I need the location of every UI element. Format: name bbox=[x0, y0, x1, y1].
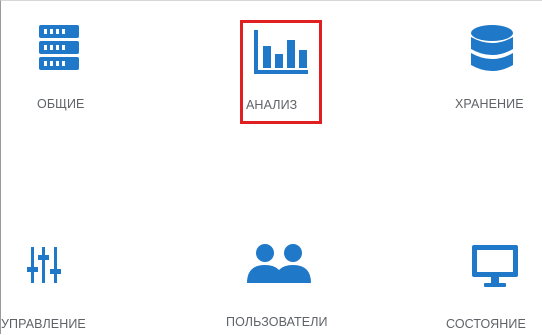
users-icon bbox=[247, 244, 311, 283]
monitor-icon bbox=[472, 245, 518, 287]
server-icon bbox=[39, 25, 79, 70]
tile-status[interactable]: СОСТОЯНИЕ bbox=[441, 237, 542, 335]
tile-label: СОСТОЯНИЕ bbox=[446, 317, 526, 331]
tile-management[interactable]: УПРАВЛЕНИЕ bbox=[1, 237, 121, 335]
bar-chart-icon bbox=[254, 30, 308, 74]
tile-general[interactable]: ОБЩИЕ bbox=[15, 19, 119, 119]
settings-panel: ОБЩИЕ АНАЛИЗ ХРАНЕНИЕ УПРАВЛЕНИЕ ПОЛЬЗОВ… bbox=[0, 0, 542, 334]
tile-storage[interactable]: ХРАНЕНИЕ bbox=[437, 19, 541, 119]
tile-label: АНАЛИЗ bbox=[246, 98, 298, 112]
tile-label: ПОЛЬЗОВАТЕЛИ bbox=[226, 315, 328, 329]
sliders-icon bbox=[27, 247, 61, 283]
tile-label: УПРАВЛЕНИЕ bbox=[1, 317, 86, 331]
database-icon bbox=[471, 25, 513, 71]
tile-label: ХРАНЕНИЕ bbox=[455, 97, 524, 111]
tile-users[interactable]: ПОЛЬЗОВАТЕЛИ bbox=[221, 237, 341, 335]
tile-label: ОБЩИЕ bbox=[37, 97, 85, 111]
tile-analysis[interactable]: АНАЛИЗ bbox=[241, 21, 321, 123]
